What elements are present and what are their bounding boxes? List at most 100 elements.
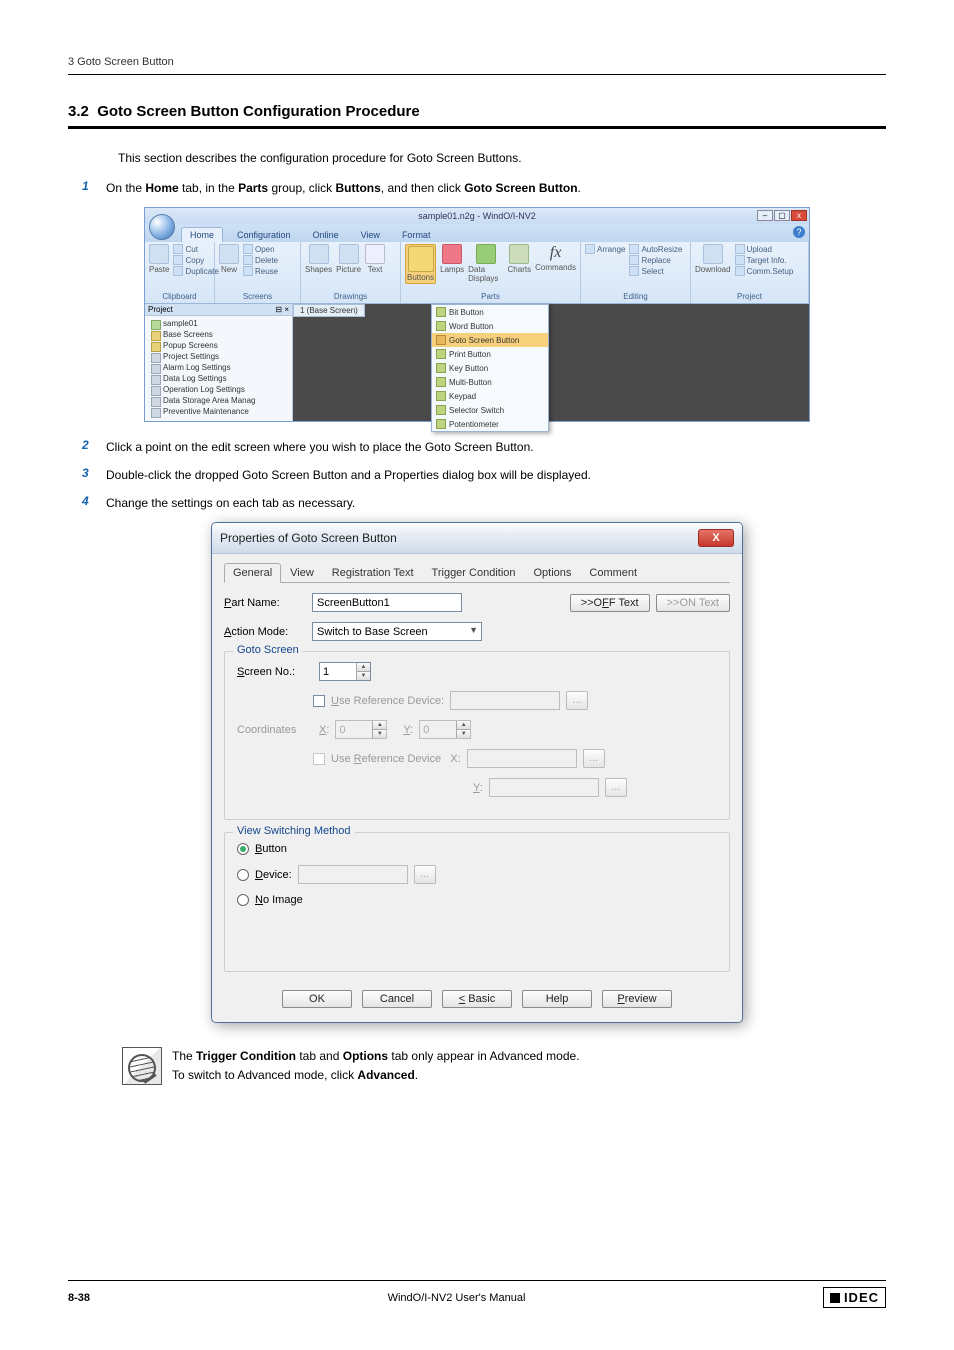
- tab-comment[interactable]: Comment: [580, 563, 646, 583]
- minimize-icon[interactable]: –: [757, 210, 773, 221]
- duplicate-button[interactable]: Duplicate: [173, 266, 218, 276]
- tab-trigger-condition[interactable]: Trigger Condition: [423, 563, 525, 583]
- menu-bit-button[interactable]: Bit Button: [432, 305, 548, 319]
- radio-button[interactable]: [237, 843, 249, 855]
- help-icon[interactable]: ?: [793, 226, 805, 238]
- action-mode-combo[interactable]: Switch to Base Screen: [312, 622, 482, 641]
- delete-screen-button[interactable]: Delete: [243, 255, 278, 265]
- menu-keypad[interactable]: Keypad: [432, 389, 548, 403]
- t: Potentiometer: [449, 420, 499, 429]
- use-ref-input: [450, 691, 560, 710]
- tree-operation-log[interactable]: Operation Log Settings: [151, 384, 288, 395]
- step-1-number: 1: [82, 179, 106, 197]
- paste-button[interactable]: Paste: [149, 244, 169, 274]
- tab-format[interactable]: Format: [394, 228, 439, 242]
- t: Parts: [238, 181, 268, 195]
- app-orb-icon[interactable]: [149, 214, 175, 240]
- menu-key-button[interactable]: Key Button: [432, 361, 548, 375]
- coord-y-input: ▲▼: [419, 720, 471, 739]
- help-button[interactable]: Help: [522, 990, 592, 1008]
- tree-alarm-log[interactable]: Alarm Log Settings: [151, 362, 288, 373]
- tree-preventive[interactable]: Preventive Maintenance: [151, 406, 288, 417]
- project-root[interactable]: sample01: [151, 318, 288, 329]
- menu-goto-screen-button[interactable]: Goto Screen Button: [432, 333, 548, 347]
- tree-project-settings[interactable]: Project Settings: [151, 351, 288, 362]
- buttons-dropdown[interactable]: Buttons: [405, 244, 436, 284]
- dialog-close-icon[interactable]: X: [698, 529, 734, 547]
- menu-multi-button[interactable]: Multi-Button: [432, 375, 548, 389]
- on-text-button[interactable]: >>ON Text: [656, 594, 730, 612]
- edit-screen-tab[interactable]: 1 (Base Screen): [293, 304, 365, 317]
- cancel-button[interactable]: Cancel: [362, 990, 432, 1008]
- t: Open: [255, 245, 275, 254]
- t: .: [415, 1068, 418, 1082]
- new-screen-button[interactable]: New: [219, 244, 239, 274]
- screen-no-value[interactable]: [320, 663, 356, 680]
- maximize-icon[interactable]: ▢: [774, 210, 790, 221]
- commands-button[interactable]: fxCommands: [535, 244, 576, 272]
- t: Text: [368, 265, 383, 274]
- group-editing: Editing: [585, 292, 686, 301]
- dialog-footer: OK Cancel < Basic Help Preview: [224, 984, 730, 1010]
- radio-device[interactable]: [237, 869, 249, 881]
- t: New: [221, 265, 237, 274]
- open-screen-button[interactable]: Open: [243, 244, 278, 254]
- close-icon[interactable]: x: [791, 210, 807, 221]
- upload-button[interactable]: Upload: [735, 244, 794, 254]
- autoresize-button[interactable]: AutoResize: [629, 244, 682, 254]
- select-button[interactable]: Select: [629, 266, 682, 276]
- reuse-screen-button[interactable]: Reuse: [243, 266, 278, 276]
- t: The: [172, 1049, 196, 1063]
- tree-base-screens[interactable]: Base Screens: [151, 329, 288, 340]
- menu-print-button[interactable]: Print Button: [432, 347, 548, 361]
- lamps-button[interactable]: Lamps: [440, 244, 464, 274]
- off-text-button[interactable]: >>OFF Text: [570, 594, 650, 612]
- panel-pin-icon[interactable]: ⊟ ×: [275, 305, 289, 314]
- tab-view[interactable]: View: [281, 563, 323, 583]
- app-title: sample01.n2g - WindO/I-NV2: [418, 211, 536, 221]
- t: Word Button: [449, 322, 493, 331]
- tab-view[interactable]: View: [353, 228, 388, 242]
- menu-selector-switch[interactable]: Selector Switch: [432, 403, 548, 417]
- tab-general[interactable]: General: [224, 563, 281, 583]
- tree-data-log[interactable]: Data Log Settings: [151, 373, 288, 384]
- part-name-input[interactable]: ScreenButton1: [312, 593, 462, 612]
- charts-button[interactable]: Charts: [508, 244, 532, 274]
- ribbon-tabs: Home Configuration Online View Format ?: [145, 224, 809, 242]
- copy-button[interactable]: Copy: [173, 255, 218, 265]
- text-button[interactable]: Text: [365, 244, 385, 274]
- tab-configuration[interactable]: Configuration: [229, 228, 299, 242]
- menu-word-button[interactable]: Word Button: [432, 319, 548, 333]
- t: Trigger Condition: [196, 1049, 296, 1063]
- arrange-button[interactable]: Arrange: [585, 244, 625, 254]
- spin-down-icon: ▼: [372, 730, 386, 738]
- targetinfo-button[interactable]: Target Info.: [735, 255, 794, 265]
- tab-home[interactable]: Home: [181, 227, 223, 242]
- cut-button[interactable]: Cut: [173, 244, 218, 254]
- tree-data-storage[interactable]: Data Storage Area Manag: [151, 395, 288, 406]
- data-displays-button[interactable]: Data Displays: [468, 244, 503, 283]
- commsetup-button[interactable]: Comm.Setup: [735, 266, 794, 276]
- goto-screen-group: Goto Screen Screen No.: ▲▼ Use Reference…: [224, 651, 730, 820]
- spin-up-icon[interactable]: ▲: [356, 663, 370, 672]
- use-ref-checkbox[interactable]: [313, 695, 325, 707]
- tab-online[interactable]: Online: [305, 228, 347, 242]
- spin-down-icon[interactable]: ▼: [356, 672, 370, 680]
- ok-button[interactable]: OK: [282, 990, 352, 1008]
- tab-registration-text[interactable]: Registration Text: [323, 563, 423, 583]
- tab-options[interactable]: Options: [525, 563, 581, 583]
- preview-button[interactable]: Preview: [602, 990, 672, 1008]
- step-4-number: 4: [82, 494, 106, 512]
- basic-button[interactable]: < Basic: [442, 990, 512, 1008]
- edit-canvas[interactable]: 1 (Base Screen) Bit Button Word Button G…: [293, 304, 809, 421]
- menu-potentiometer[interactable]: Potentiometer: [432, 417, 548, 431]
- screen-no-input[interactable]: ▲▼: [319, 662, 371, 681]
- picture-button[interactable]: Picture: [336, 244, 361, 274]
- replace-button[interactable]: Replace: [629, 255, 682, 265]
- page-footer: 8-38 WindO/I-NV2 User's Manual IDEC: [68, 1280, 886, 1308]
- radio-no-image[interactable]: [237, 894, 249, 906]
- download-button[interactable]: Download: [695, 244, 731, 274]
- shapes-button[interactable]: Shapes: [305, 244, 332, 274]
- brand-logo: IDEC: [823, 1287, 886, 1308]
- tree-popup-screens[interactable]: Popup Screens: [151, 340, 288, 351]
